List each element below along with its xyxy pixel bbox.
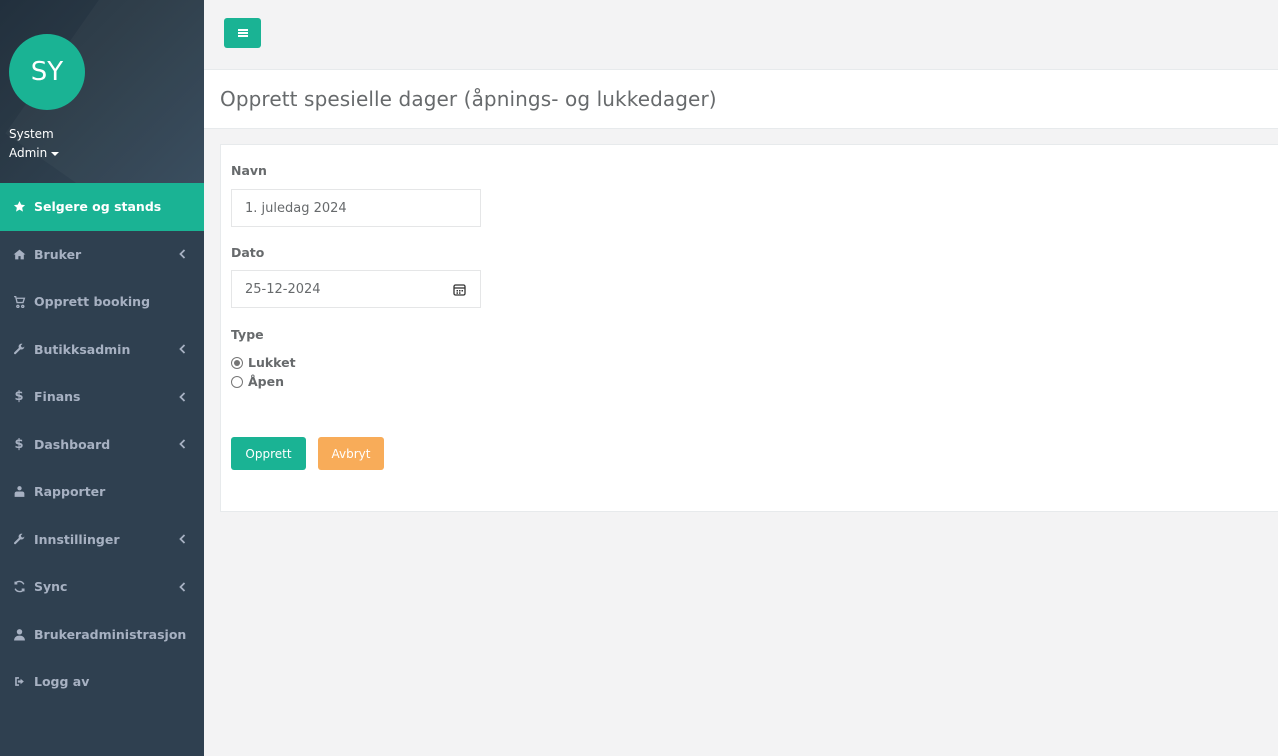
radio-lukket[interactable]: Lukket — [231, 355, 296, 370]
name-input[interactable]: 1. juledag 2024 — [231, 189, 481, 227]
profile-name: System — [9, 127, 54, 141]
sidebar-item-logg-av[interactable]: Logg av — [0, 658, 204, 706]
chevron-left-icon — [179, 247, 186, 262]
form-panel: Navn 1. juledag 2024 Dato 25-12-2024 Typ… — [220, 144, 1278, 512]
sidebar-item-label: Bruker — [34, 246, 82, 262]
date-input[interactable]: 25-12-2024 — [231, 270, 481, 308]
wrench-icon — [10, 343, 28, 356]
sidebar-item-label: Logg av — [34, 674, 90, 690]
chevron-left-icon — [179, 342, 186, 357]
star-icon — [10, 200, 28, 213]
sidebar-item-brukeradministrasjon[interactable]: Brukeradministrasjon — [0, 611, 204, 659]
sidebar-item-label: Selgere og stands — [34, 199, 162, 215]
sidebar-item-label: Brukeradministrasjon — [34, 626, 187, 642]
sidebar-item-label: Sync — [34, 579, 68, 595]
dollar-icon: $ — [14, 389, 24, 405]
sidebar-item-dashboard[interactable]: $ Dashboard — [0, 421, 204, 469]
dollar-icon: $ — [14, 436, 24, 452]
top-navbar — [204, 0, 1278, 70]
sidebar-item-rapporter[interactable]: Rapporter — [0, 468, 204, 516]
sidebar-item-label: Opprett booking — [34, 294, 151, 310]
page-heading: Opprett spesielle dager (åpnings- og luk… — [204, 70, 1278, 129]
date-label: Dato — [231, 245, 265, 260]
name-input-value: 1. juledag 2024 — [245, 200, 347, 216]
user-tie-icon — [10, 485, 28, 498]
sidebar-item-opprett-booking[interactable]: Opprett booking — [0, 278, 204, 326]
create-button[interactable]: Opprett — [231, 437, 306, 470]
sign-out-icon — [10, 675, 28, 688]
sidebar-item-innstillinger[interactable]: Innstillinger — [0, 516, 204, 564]
calendar-icon[interactable] — [453, 283, 466, 300]
sidebar-item-label: Finans — [34, 389, 81, 405]
sidebar-item-bruker[interactable]: Bruker — [0, 231, 204, 279]
radio-lukket-input[interactable] — [231, 356, 243, 369]
sidebar-item-selgere-og-stands[interactable]: Selgere og stands — [0, 183, 204, 231]
menu-toggle-button[interactable] — [224, 18, 261, 48]
avatar[interactable]: SY — [9, 34, 85, 110]
name-label: Navn — [231, 163, 267, 178]
page-title: Opprett spesielle dager (åpnings- og luk… — [220, 87, 717, 111]
sidebar: SY System Admin Selgere og stands Bruker O… — [0, 0, 204, 756]
cancel-button[interactable]: Avbryt — [318, 437, 384, 470]
type-label: Type — [231, 327, 264, 342]
hamburger-icon — [237, 29, 248, 37]
chevron-left-icon — [179, 532, 186, 547]
sync-icon — [10, 580, 28, 593]
sidebar-item-label: Rapporter — [34, 484, 106, 500]
radio-lukket-label: Lukket — [248, 355, 296, 370]
sidebar-item-label: Dashboard — [34, 436, 111, 452]
sidebar-item-sync[interactable]: Sync — [0, 563, 204, 611]
sidebar-item-label: Butikksadmin — [34, 341, 131, 357]
date-input-value: 25-12-2024 — [245, 281, 321, 297]
sidebar-nav: Selgere og stands Bruker Opprett booking Bu… — [0, 183, 204, 706]
radio-apen-label: Åpen — [248, 374, 284, 389]
user-icon — [10, 628, 28, 641]
chevron-left-icon — [179, 579, 186, 594]
sidebar-item-butikksadmin[interactable]: Butikksadmin — [0, 326, 204, 374]
caret-down-icon — [51, 151, 60, 156]
sidebar-item-finans[interactable]: $ Finans — [0, 373, 204, 421]
profile-role: Admin — [9, 146, 48, 160]
sidebar-item-label: Innstillinger — [34, 531, 120, 547]
wrench-icon — [10, 533, 28, 546]
cart-icon — [10, 295, 28, 309]
chevron-left-icon — [179, 389, 186, 404]
radio-apen[interactable]: Åpen — [231, 374, 284, 389]
profile-header: SY System Admin — [0, 0, 204, 183]
profile-dropdown[interactable]: System Admin — [9, 125, 204, 163]
radio-apen-input[interactable] — [231, 375, 243, 388]
chevron-left-icon — [179, 437, 186, 452]
home-icon — [10, 248, 28, 261]
